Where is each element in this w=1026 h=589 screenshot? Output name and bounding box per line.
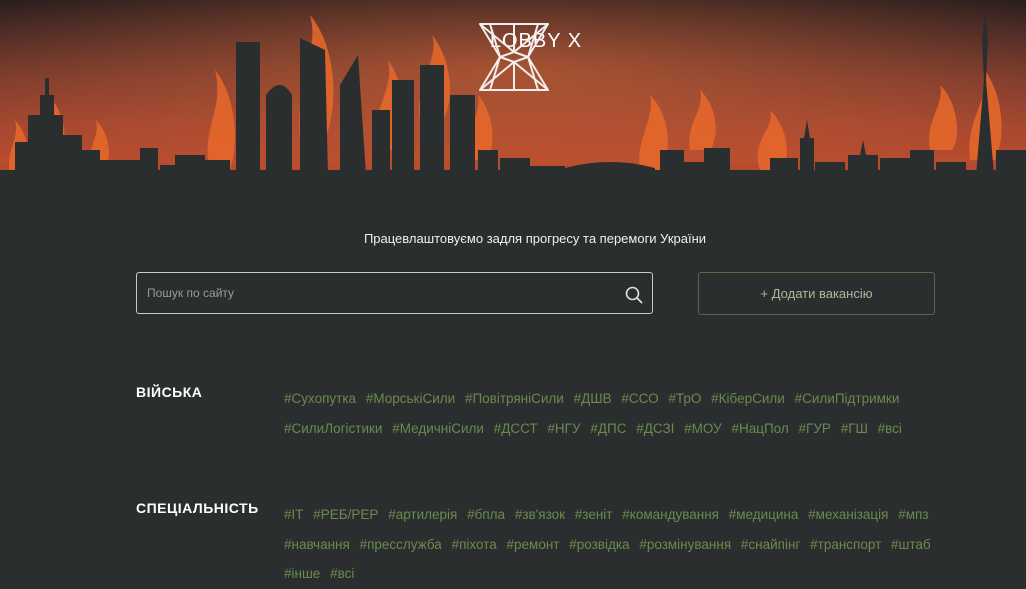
tag-link[interactable]: #ССО [621,391,658,406]
tag-link[interactable]: #ДССТ [494,421,538,436]
tag-link[interactable]: #розмінування [639,537,731,552]
tag-link[interactable]: #ремонт [507,537,560,552]
search-box[interactable] [136,272,653,314]
tag-link[interactable]: #НацПол [731,421,788,436]
tag-link[interactable]: #пресслужба [360,537,442,552]
tag-link[interactable]: #медицина [729,507,799,522]
tag-list-troops: #Сухопутка #МорськіСили #ПовітряніСили #… [284,384,944,443]
hero-banner: LOBBY X [0,0,1026,200]
tag-link[interactable]: #ПовітряніСили [465,391,564,406]
tag-link[interactable]: #МедичніСили [392,421,484,436]
tag-link[interactable]: #всі [330,566,354,581]
tag-link[interactable]: #ДПС [590,421,626,436]
section-label-troops: ВІЙСЬКА [136,384,203,400]
tag-link[interactable]: #МОУ [684,421,722,436]
tag-link[interactable]: #ГШ [841,421,868,436]
tag-link[interactable]: #ДШВ [574,391,612,406]
tag-link[interactable]: #СилиЛогістики [284,421,382,436]
tag-link[interactable]: #транспорт [810,537,881,552]
search-input[interactable] [137,273,607,313]
tag-link[interactable]: #піхота [452,537,497,552]
tag-link[interactable]: #ТрО [668,391,701,406]
tag-link[interactable]: #КіберСили [711,391,785,406]
tag-link[interactable]: #розвідка [569,537,629,552]
tag-link[interactable]: #командування [622,507,719,522]
tag-link[interactable]: #ДСЗІ [636,421,674,436]
tag-link[interactable]: #МорськіСили [366,391,455,406]
tag-link[interactable]: #артилерія [388,507,457,522]
tag-link[interactable]: #всі [878,421,902,436]
tag-link[interactable]: #бпла [467,507,505,522]
site-logo[interactable]: LOBBY X [478,22,594,91]
tag-link[interactable]: #СилиПідтримки [795,391,900,406]
lobby-x-logo-icon [479,23,549,91]
tag-link[interactable]: #ГУР [799,421,831,436]
tag-link[interactable]: #снайпінг [741,537,800,552]
section-label-specialty: СПЕЦІАЛЬНІСТЬ [136,500,259,516]
tag-link[interactable]: #зв'язок [515,507,565,522]
add-vacancy-button[interactable]: + Додати вакансію [698,272,935,315]
tag-link[interactable]: #РЕБ/РЕР [313,507,378,522]
tag-link[interactable]: #НГУ [547,421,580,436]
tag-link[interactable]: #IT [284,507,304,522]
tag-link[interactable]: #штаб [891,537,931,552]
tag-link[interactable]: #механізація [808,507,888,522]
tagline: Працевлаштовуємо задля прогресу та перем… [363,231,707,246]
tag-link[interactable]: #Сухопутка [284,391,356,406]
tag-link[interactable]: #зеніт [575,507,613,522]
tag-link[interactable]: #навчання [284,537,350,552]
tag-link[interactable]: #інше [284,566,320,581]
search-icon[interactable] [625,286,643,304]
tag-link[interactable]: #мпз [898,507,928,522]
tag-list-specialty: #IT #РЕБ/РЕР #артилерія #бпла #зв'язок #… [284,500,944,589]
